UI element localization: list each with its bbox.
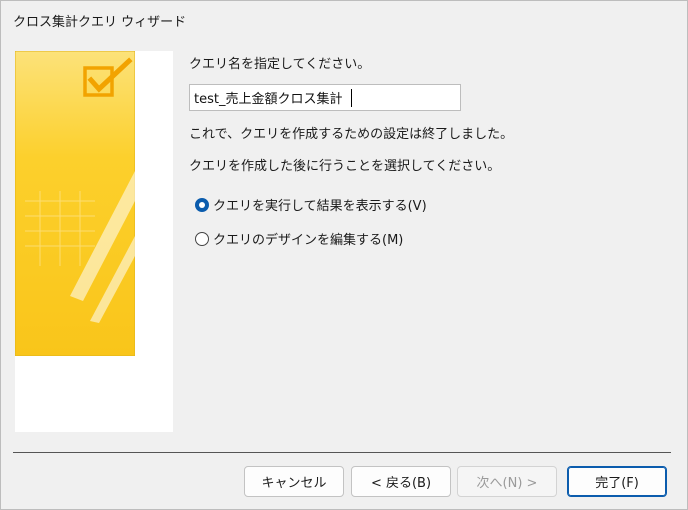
option-edit-design-label: クエリのデザインを編集する(M) <box>213 233 404 248</box>
back-button[interactable]: < 戻る(B) <box>351 466 451 497</box>
query-name-prompt: クエリ名を指定してください。 <box>189 57 371 72</box>
separator-line <box>13 452 671 453</box>
left-image-panel <box>15 51 173 432</box>
cancel-button[interactable]: キャンセル <box>244 466 344 497</box>
option-edit-design[interactable]: クエリのデザインを編集する(M) <box>195 229 403 248</box>
radio-run-query[interactable] <box>195 197 209 212</box>
option-run-query[interactable]: クエリを実行して結果を表示する(V) <box>195 195 427 214</box>
query-name-input[interactable] <box>189 84 461 111</box>
radio-edit-design[interactable] <box>195 231 209 246</box>
finish-button[interactable]: 完了(F) <box>567 466 667 497</box>
window-title: クロス集計クエリ ウィザード <box>13 15 187 30</box>
text-caret <box>351 89 352 107</box>
title-bar: クロス集計クエリ ウィザード <box>1 1 687 39</box>
option-run-query-label: クエリを実行して結果を表示する(V) <box>213 199 427 214</box>
wizard-illustration <box>15 51 135 356</box>
next-button[interactable]: 次へ(N) > <box>457 466 557 497</box>
info-text-done: これで、クエリを作成するための設定は終了しました。 <box>189 127 514 142</box>
crosstab-query-wizard-window: クロス集計クエリ ウィザード クエリ名を指定してください。 test_売上金額ク… <box>0 0 688 510</box>
info-text-choose: クエリを作成した後に行うことを選択してください。 <box>189 159 501 174</box>
